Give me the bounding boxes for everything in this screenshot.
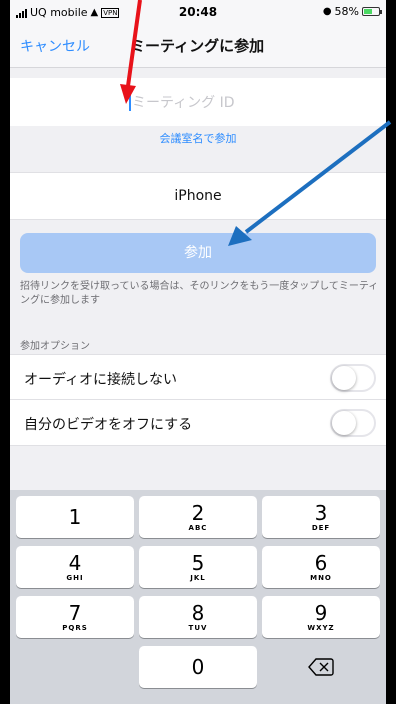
navigation-bar: キャンセル ミーティングに参加 — [10, 24, 386, 68]
key-0[interactable]: 0 — [139, 646, 257, 688]
text-cursor — [129, 93, 131, 111]
battery-fill — [364, 9, 372, 14]
key-digit: 5 — [191, 551, 205, 575]
status-right: ● 58% — [322, 5, 382, 18]
option-label: 自分のビデオをオフにする — [24, 417, 193, 433]
option-row-no-audio: オーディオに接続しない — [10, 354, 386, 400]
key-digit: 3 — [314, 501, 328, 525]
join-by-room-name-link[interactable]: 会議室名で参加 — [10, 130, 386, 146]
key-letters: MNO — [310, 574, 332, 582]
status-bar: UQ mobile ▲ VPN 20:48 ● 58% — [10, 0, 386, 24]
backspace-icon — [308, 658, 334, 676]
key-digit: 1 — [68, 505, 82, 529]
numeric-keypad: 1 2 ABC 3 DEF 4 GHI 5 JKL 6 MNO 7 PQRS 8 TUV 9W… — [10, 490, 386, 704]
page-title: ミーティングに参加 — [130, 37, 265, 55]
key-digit: 4 — [68, 551, 82, 575]
join-button[interactable]: 参加 — [20, 233, 376, 273]
rotation-lock-icon: ● — [322, 6, 332, 17]
key-letters: TUV — [188, 624, 208, 632]
battery-percent: 58% — [334, 5, 359, 18]
key-9[interactable]: 9 WXYZ — [262, 596, 380, 638]
key-letters: DEF — [311, 524, 331, 532]
toggle-knob — [332, 411, 356, 435]
key-digit: 6 — [314, 551, 328, 575]
key-digit: 2 — [191, 501, 205, 525]
key-digit: 0 — [191, 655, 205, 679]
key-8[interactable]: 8 TUV — [139, 596, 257, 638]
video-off-toggle[interactable] — [330, 409, 376, 437]
key-letters: PQRS — [62, 624, 88, 632]
option-row-video-off: 自分のビデオをオフにする — [10, 400, 386, 446]
meeting-id-placeholder: ミーティング ID — [132, 95, 235, 111]
battery-icon — [362, 7, 382, 16]
meeting-id-field[interactable]: ミーティング ID — [10, 78, 386, 126]
option-label: オーディオに接続しない — [24, 372, 178, 388]
key-digit: 8 — [191, 601, 205, 625]
toggle-knob — [332, 366, 356, 390]
key-letters: WXYZ — [307, 624, 335, 632]
key-digit: 7 — [68, 601, 82, 625]
display-name-field[interactable]: iPhone — [10, 172, 386, 220]
cancel-button[interactable]: キャンセル — [20, 36, 90, 56]
key-3[interactable]: 3 DEF — [262, 496, 380, 538]
key-letters: ABC — [188, 524, 208, 532]
key-1[interactable]: 1 — [16, 496, 134, 538]
key-5[interactable]: 5 JKL — [139, 546, 257, 588]
display-name-value: iPhone — [174, 188, 222, 204]
key-7[interactable]: 7 PQRS — [16, 596, 134, 638]
key-letters: GHI — [66, 574, 84, 582]
key-2[interactable]: 2 ABC — [139, 496, 257, 538]
join-options-header: 参加オプション — [20, 341, 90, 352]
key-6[interactable]: 6 MNO — [262, 546, 380, 588]
delete-key[interactable] — [262, 646, 380, 688]
invite-link-hint: 招待リンクを受け取っている場合は、そのリンクをもう一度タップしてミーティングに参… — [20, 281, 379, 306]
no-audio-toggle[interactable] — [330, 364, 376, 392]
key-digit: 9 — [314, 601, 328, 625]
phone-screen: UQ mobile ▲ VPN 20:48 ● 58% キャンセル ミーティング… — [10, 0, 386, 704]
key-4[interactable]: 4 GHI — [16, 546, 134, 588]
key-letters: JKL — [190, 574, 206, 582]
